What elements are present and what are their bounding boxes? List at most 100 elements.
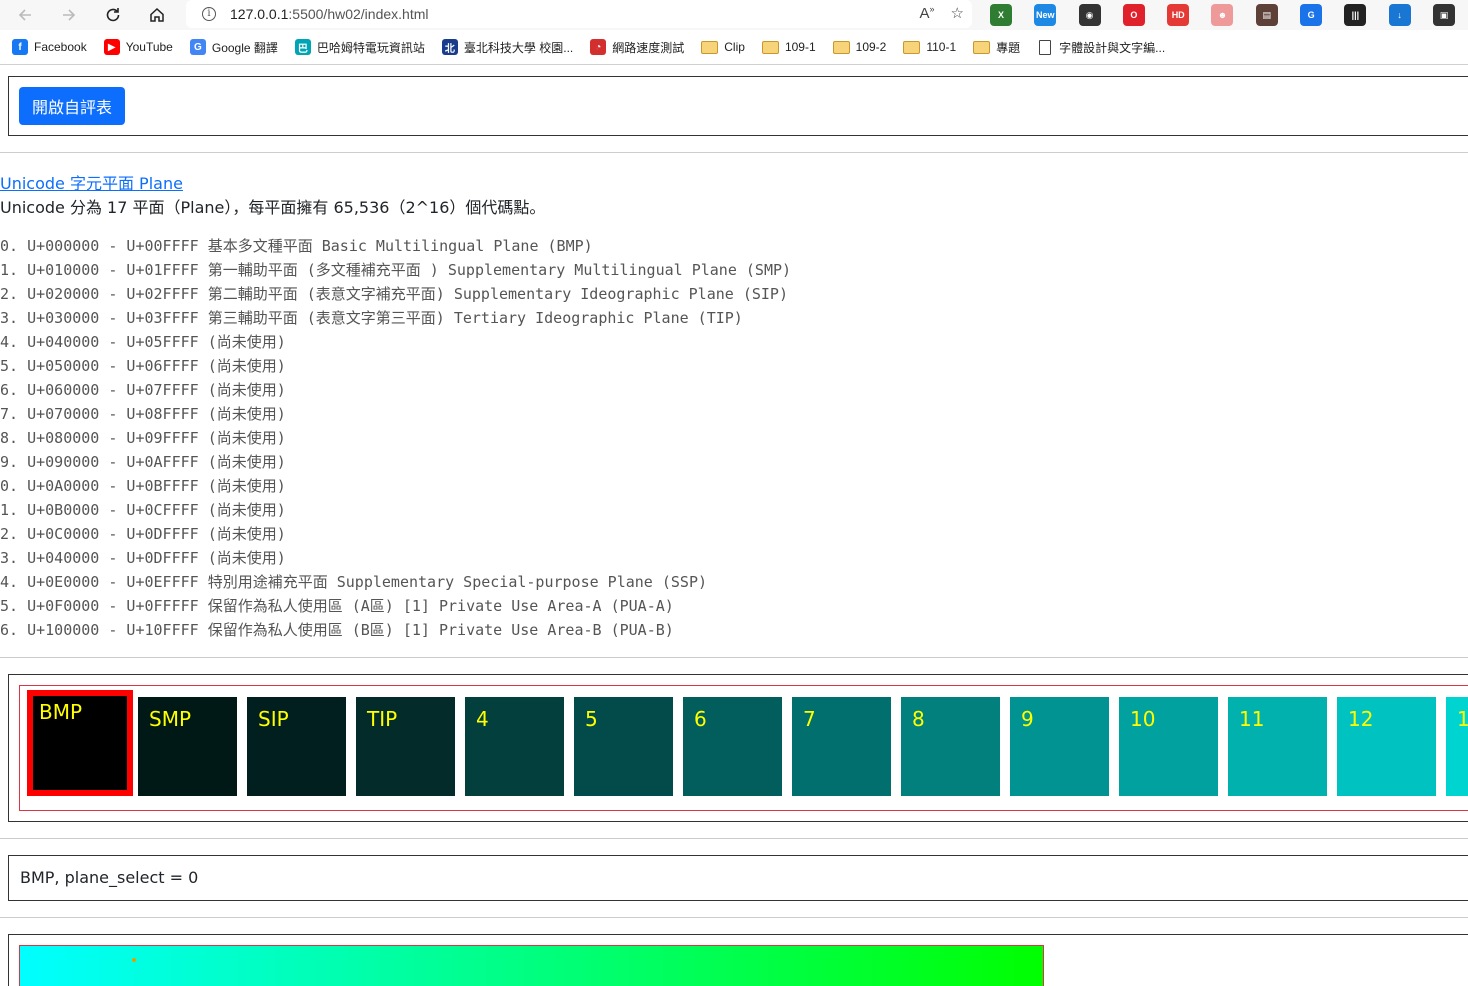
bookmark-item[interactable]: 專題 (973, 39, 1020, 56)
folder-icon (832, 40, 850, 54)
plane-tile[interactable]: 12 (1337, 697, 1436, 796)
plane-tiles-container: BMPSMPSIPTIP45678910111213 (8, 674, 1468, 822)
plane-tile[interactable]: 13 (1446, 697, 1468, 796)
plane-list-item: 6. U+060000 - U+07FFFF (尚未使用) (0, 381, 286, 399)
bookmark-item[interactable]: 109-1 (761, 40, 816, 54)
browser-toolbar: i 127.0.0.1:5500/hw02/index.html A» ☆ XN… (0, 0, 1468, 30)
ntut-icon: 北 (441, 39, 458, 55)
podcast-icon[interactable]: ◉ (1078, 4, 1101, 26)
excel-extension-icon[interactable]: X (990, 4, 1012, 26)
plane-tile[interactable]: 4 (465, 697, 564, 796)
plane-status-text: BMP, plane_select = 0 (20, 868, 199, 887)
screenshot-icon[interactable]: ▣ (1432, 4, 1455, 26)
plane-list-item: 4. U+0E0000 - U+0EFFFF 特別用途補充平面 Suppleme… (0, 573, 708, 591)
plane-tile[interactable]: 8 (901, 697, 1000, 796)
google-translate-icon: G (189, 39, 206, 55)
address-bar[interactable]: i 127.0.0.1:5500/hw02/index.html A» ☆ (186, 0, 972, 28)
bookmark-label: 109-2 (855, 40, 887, 54)
bookmark-item[interactable]: ◔ 網路速度測試 (590, 39, 684, 56)
divider (0, 657, 1468, 658)
speedtest-icon: ◔ (590, 39, 607, 55)
plane-tile[interactable]: TIP (356, 697, 455, 796)
plane-tiles-row: BMPSMPSIPTIP45678910111213 (19, 685, 1468, 811)
plane-list-item: 0. U+000000 - U+00FFFF 基本多文種平面 Basic Mul… (0, 237, 593, 255)
plane-list: 0. U+000000 - U+00FFFF 基本多文種平面 Basic Mul… (0, 234, 791, 642)
plane-list-item: 1. U+010000 - U+01FFFF 第一輔助平面 (多文種補充平面 )… (0, 261, 792, 279)
unicode-plane-link[interactable]: Unicode 字元平面 Plane (0, 170, 183, 194)
add-favorite-star-icon[interactable]: ☆ (951, 4, 964, 22)
extension-toolbar: X New ◉ O HD ☻ ▤ G ||| ↓ ▣ (990, 4, 1468, 26)
bookmark-item[interactable]: f Facebook (12, 39, 87, 55)
bookmark-label: Facebook (34, 40, 87, 54)
page-icon (1039, 39, 1052, 55)
bookmark-label: 字體設計與文字編... (1059, 40, 1166, 55)
intro-text: Unicode 分為 17 平面（Plane），每平面擁有 65,536（2^1… (0, 198, 546, 217)
back-arrow-icon[interactable] (12, 2, 38, 28)
plane-list-item: 5. U+0F0000 - U+0FFFFF 保留作為私人使用區 (A區) [1… (0, 597, 674, 615)
plane-list-item: 8. U+080000 - U+09FFFF (尚未使用) (0, 429, 286, 447)
sound-wave-icon[interactable]: ||| (1344, 4, 1367, 26)
face-icon[interactable]: ☻ (1211, 4, 1234, 26)
bookmark-item[interactable]: 北臺北科技大學 校園... (441, 39, 574, 56)
bookmark-label: 專題 (996, 40, 1021, 55)
plane-list-item: 2. U+020000 - U+02FFFF 第二輔助平面 (表意文字補充平面)… (0, 285, 788, 303)
plane-list-item: 3. U+040000 - U+0DFFFF (尚未使用) (0, 549, 286, 567)
plane-list-item: 0. U+0A0000 - U+0BFFFF (尚未使用) (0, 477, 286, 495)
address-url: 127.0.0.1:5500/hw02/index.html (230, 6, 429, 22)
plane-tile[interactable]: 10 (1119, 697, 1218, 796)
bookmark-label: 臺北科技大學 校園... (463, 40, 574, 55)
bookmark-item[interactable]: ▶ YouTube (103, 39, 173, 55)
bookmark-label: Clip (724, 40, 745, 54)
bookmark-label: 網路速度測試 (612, 40, 685, 55)
folder-icon (903, 40, 921, 54)
plane-tile[interactable]: 11 (1228, 697, 1327, 796)
bookmark-item[interactable]: 字體設計與文字編... (1037, 39, 1165, 56)
bookmark-label: 巴哈姆特電玩資訊站 (316, 40, 425, 55)
translate-icon[interactable]: G (1300, 4, 1323, 26)
bookmark-item[interactable]: G Google 翻譯 (189, 39, 278, 56)
read-aloud-icon[interactable]: A» (920, 4, 935, 22)
bookmark-label: Google 翻譯 (211, 40, 278, 55)
plane-tile[interactable]: 7 (792, 697, 891, 796)
home-icon[interactable] (144, 2, 170, 28)
refresh-icon[interactable] (100, 2, 126, 28)
plane-list-item: 7. U+070000 - U+08FFFF (尚未使用) (0, 405, 286, 423)
canvas-container (8, 934, 1468, 986)
site-info-icon[interactable]: i (202, 7, 216, 21)
plane-list-item: 4. U+040000 - U+05FFFF (尚未使用) (0, 333, 286, 351)
bookmark-label: 110-1 (926, 40, 957, 54)
forward-arrow-icon[interactable] (56, 2, 82, 28)
tv-icon[interactable]: ▤ (1255, 4, 1278, 26)
opera-icon[interactable]: O (1122, 4, 1145, 26)
bookmarks-bar: f Facebook ▶ YouTube G Google 翻譯巴巴哈姆特電玩資訊站北臺北… (0, 34, 1468, 60)
plane-list-item: 6. U+100000 - U+10FFFF 保留作為私人使用區 (B區) [1… (0, 621, 674, 639)
open-self-evaluation-button[interactable]: 開啟自評表 (19, 87, 125, 125)
new-badge-icon[interactable]: New (1034, 4, 1057, 26)
divider (0, 917, 1468, 918)
plane-tile[interactable]: 5 (574, 697, 673, 796)
plane-tile[interactable]: 6 (683, 697, 782, 796)
plane-tile[interactable]: BMP (27, 690, 133, 796)
plane-list-item: 3. U+030000 - U+03FFFF 第三輔助平面 (表意文字第三平面)… (0, 309, 743, 327)
plane-canvas[interactable] (19, 945, 1044, 986)
plane-list-item: 9. U+090000 - U+0AFFFF (尚未使用) (0, 453, 286, 471)
download-icon[interactable]: ↓ (1388, 4, 1411, 26)
bookmark-item[interactable]: 109-2 (832, 40, 887, 54)
plane-status-box: BMP, plane_select = 0 (8, 855, 1468, 901)
bookmark-item[interactable]: Clip (701, 40, 745, 54)
divider (0, 838, 1468, 839)
browser-separator (0, 64, 1468, 65)
folder-icon (701, 40, 719, 54)
bookmark-item[interactable]: 110-1 (903, 40, 956, 54)
plane-tile[interactable]: SMP (138, 697, 237, 796)
divider (0, 152, 1468, 153)
plane-list-item: 5. U+050000 - U+06FFFF (尚未使用) (0, 357, 286, 375)
plane-tile[interactable]: SIP (247, 697, 346, 796)
bookmark-item[interactable]: 巴巴哈姆特電玩資訊站 (294, 39, 425, 56)
folder-icon (761, 40, 779, 54)
bookmark-label: YouTube (125, 40, 173, 54)
hd-video-icon[interactable]: HD (1167, 4, 1190, 26)
plane-tile[interactable]: 9 (1010, 697, 1109, 796)
plane-list-item: 1. U+0B0000 - U+0CFFFF (尚未使用) (0, 501, 286, 519)
bahamut-icon: 巴 (294, 39, 311, 55)
